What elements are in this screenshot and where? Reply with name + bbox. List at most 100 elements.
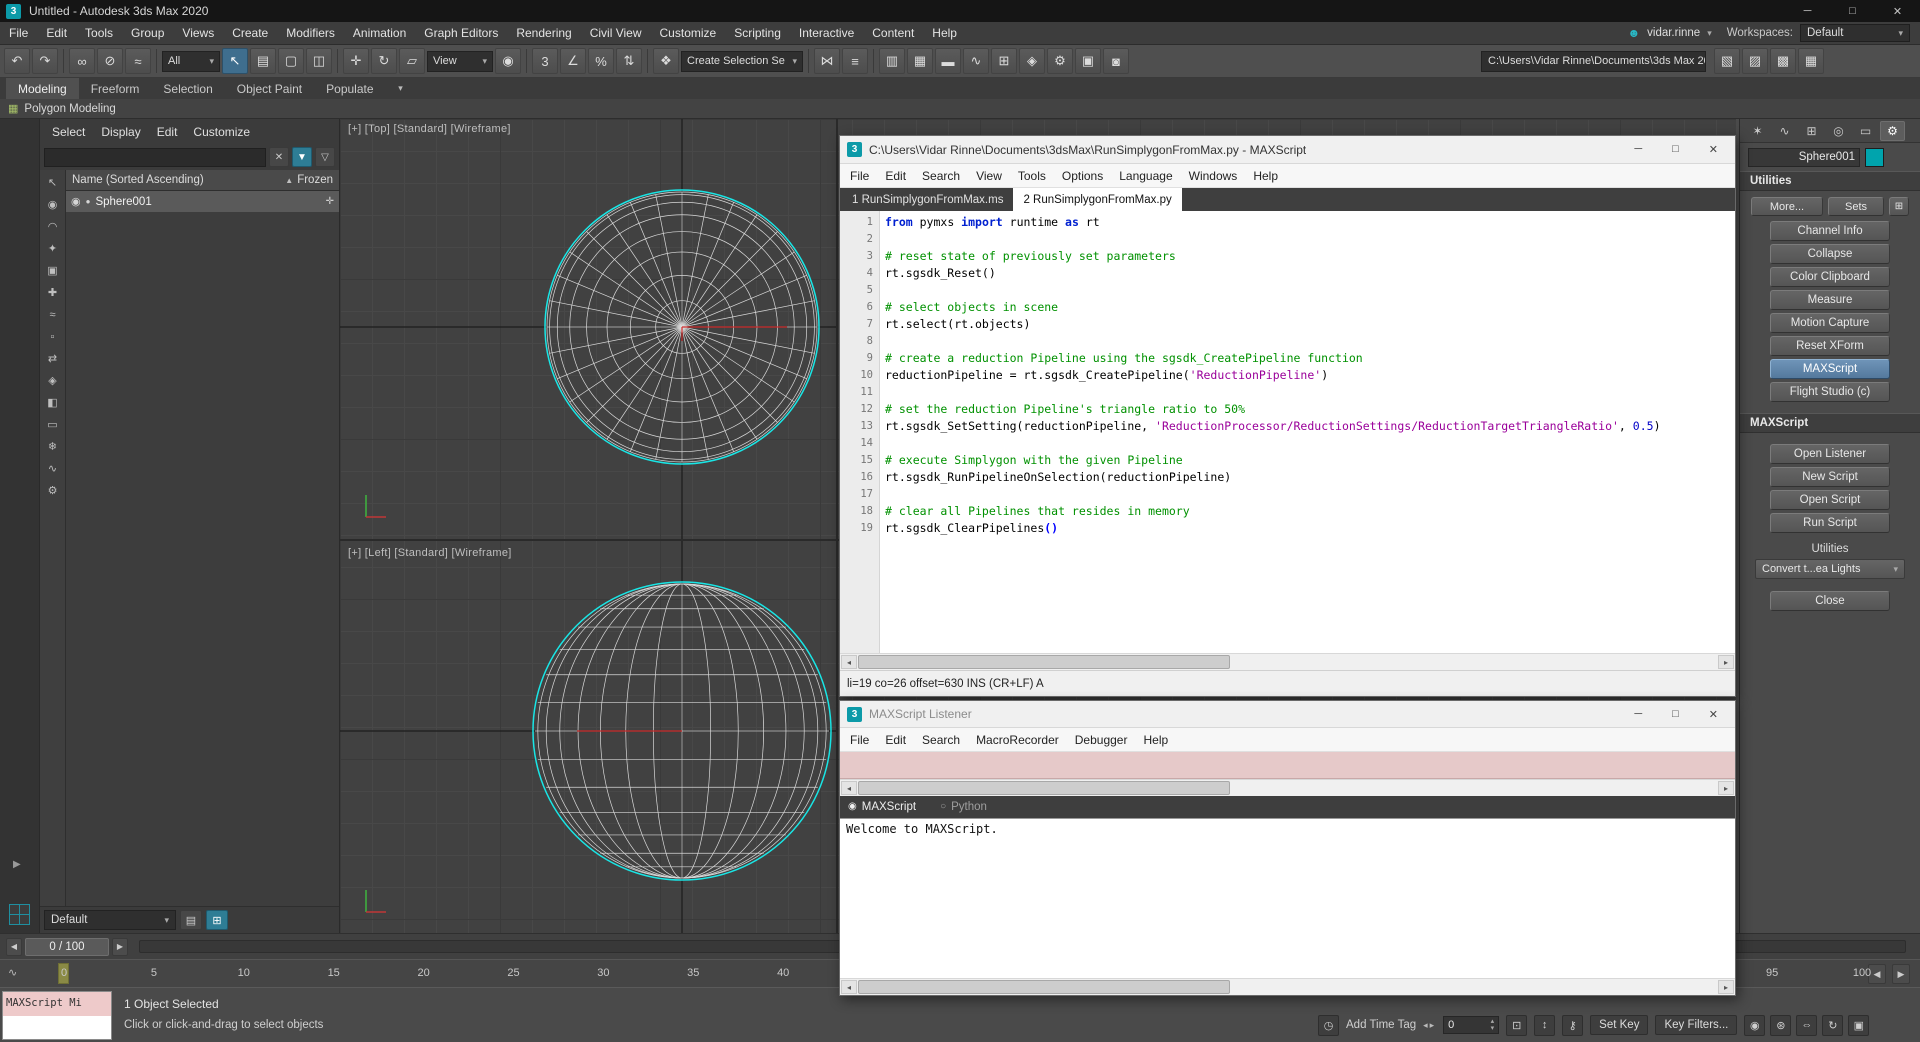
explorer-space-warps-icon[interactable]: ≈	[42, 304, 64, 325]
zoom-icon[interactable]: ◉	[1744, 1015, 1765, 1036]
explorer-select-icon[interactable]: ↖	[42, 172, 64, 193]
editor-tab-1-runsimplygonfrommax-ms[interactable]: 1 RunSimplygonFromMax.ms	[842, 188, 1013, 211]
explorer-menu-select[interactable]: Select	[44, 125, 93, 139]
material-editor-icon[interactable]: ◈	[1019, 48, 1045, 74]
listener-menu-search[interactable]: Search	[914, 733, 968, 747]
macro-recorder-scrollbar[interactable]: ◂ ▸	[840, 779, 1735, 796]
explorer-containers-icon[interactable]: ◧	[42, 392, 64, 413]
spinner-snap-toggle-icon[interactable]: ⇅	[616, 48, 642, 74]
menubar-item-animation[interactable]: Animation	[344, 22, 415, 45]
select-and-rotate-icon[interactable]: ↻	[371, 48, 397, 74]
signed-in-user[interactable]: vidar.rinne	[1647, 27, 1700, 39]
explorer-lights-icon[interactable]: ✦	[42, 238, 64, 259]
frame-number-spinner[interactable]: 0 ▴▾	[1443, 1016, 1499, 1034]
utility-button-color-clipboard[interactable]: Color Clipboard	[1770, 267, 1890, 287]
tab-display[interactable]: ▭	[1853, 121, 1878, 141]
editor-menu-file[interactable]: File	[842, 169, 877, 183]
absolute-mode-icon[interactable]: ↕	[1534, 1015, 1555, 1036]
editor-menu-options[interactable]: Options	[1054, 169, 1111, 183]
asset-library-icon[interactable]: ▧	[1714, 48, 1740, 74]
code-text[interactable]: from pymxs import runtime as rt # reset …	[880, 211, 1735, 653]
explorer-groups-icon[interactable]: ▫	[42, 326, 64, 347]
tab-utilities[interactable]: ⚙	[1880, 121, 1905, 141]
tab-hierarchy[interactable]: ⊞	[1799, 121, 1824, 141]
editor-scroll-thumb[interactable]	[858, 655, 1230, 669]
current-frame-display[interactable]: 0 / 100	[25, 938, 109, 956]
editor-menu-tools[interactable]: Tools	[1010, 169, 1054, 183]
listener-menu-debugger[interactable]: Debugger	[1067, 733, 1136, 747]
menubar-item-file[interactable]: File	[0, 22, 37, 45]
editor-menu-view[interactable]: View	[968, 169, 1010, 183]
curve-editor-icon[interactable]: ∿	[963, 48, 989, 74]
menubar-item-content[interactable]: Content	[863, 22, 923, 45]
edit-named-selection-sets-icon[interactable]: ❖	[653, 48, 679, 74]
listener-menu-edit[interactable]: Edit	[877, 733, 914, 747]
named-selection-sets-dropdown[interactable]: Create Selection Se▾	[681, 51, 803, 72]
explorer-menu-edit[interactable]: Edit	[149, 125, 186, 139]
editor-menu-edit[interactable]: Edit	[877, 169, 914, 183]
user-chevron-down-icon[interactable]: ▾	[1707, 28, 1712, 39]
selection-lock-icon[interactable]: ⊡	[1506, 1015, 1527, 1036]
listener-output[interactable]: Welcome to MAXScript.	[840, 818, 1735, 979]
utility-button-maxscript[interactable]: MAXScript	[1770, 359, 1890, 379]
ribbon-config-chevron-icon[interactable]: ▾	[386, 78, 416, 99]
rectangular-selection-region-icon[interactable]: ▢	[278, 48, 304, 74]
menubar-item-modifiers[interactable]: Modifiers	[277, 22, 344, 45]
editor-horizontal-scrollbar[interactable]: ◂ ▸	[840, 653, 1735, 670]
viewport-layout-icon[interactable]	[9, 904, 30, 925]
filter-funnel-icon[interactable]: ▼	[292, 147, 312, 167]
help-search-icon[interactable]: ▦	[1798, 48, 1824, 74]
visibility-eye-icon[interactable]: ◉	[71, 195, 81, 208]
mini-curve-editor-icon[interactable]: ∿	[8, 966, 17, 979]
tab-create[interactable]: ✶	[1745, 121, 1770, 141]
left-viewport-label[interactable]: [+] [Left] [Standard] [Wireframe]	[348, 547, 512, 559]
scroll-left-icon[interactable]: ◂	[841, 655, 857, 669]
menubar-item-rendering[interactable]: Rendering	[507, 22, 580, 45]
menubar-item-create[interactable]: Create	[223, 22, 277, 45]
menubar-item-interactive[interactable]: Interactive	[790, 22, 863, 45]
top-viewport-sphere[interactable]	[340, 119, 836, 539]
explorer-materials-icon[interactable]: ◈	[42, 370, 64, 391]
explorer-shapes-icon[interactable]: ◠	[42, 216, 64, 237]
align-icon[interactable]: ≡	[842, 48, 868, 74]
listener-output-scrollbar[interactable]: ◂ ▸	[840, 978, 1735, 995]
explorer-hidden-icon[interactable]: ▭	[42, 414, 64, 435]
python-radio[interactable]: ○ Python	[940, 801, 987, 813]
editor-close-button[interactable]: ✕	[1709, 143, 1718, 156]
menubar-item-edit[interactable]: Edit	[37, 22, 76, 45]
trackbar-scroll-right-icon[interactable]: ▶	[1892, 964, 1910, 984]
listener-menu-file[interactable]: File	[842, 733, 877, 747]
schematic-view-icon[interactable]: ⊞	[991, 48, 1017, 74]
more-utilities-button[interactable]: More...	[1751, 197, 1823, 216]
listener-menu-macrorecorder[interactable]: MacroRecorder	[968, 733, 1067, 747]
menubar-item-scripting[interactable]: Scripting	[725, 22, 790, 45]
render-production-icon[interactable]: ◙	[1103, 48, 1129, 74]
scroll-left-icon[interactable]: ◂	[841, 980, 857, 994]
top-viewport-label[interactable]: [+] [Top] [Standard] [Wireframe]	[348, 123, 511, 135]
explorer-objects-icon[interactable]: ◉	[42, 194, 64, 215]
explorer-column-headers[interactable]: Name (Sorted Ascending) ▲ Frozen	[66, 170, 339, 191]
time-tag-clock-icon[interactable]: ◷	[1318, 1015, 1339, 1036]
mirror-icon[interactable]: ⋈	[814, 48, 840, 74]
maximize-viewport-icon[interactable]: ▣	[1848, 1015, 1869, 1036]
render-setup-icon[interactable]: ⚙	[1047, 48, 1073, 74]
utility-sets-button[interactable]: Sets	[1828, 197, 1884, 216]
editor-tab-2-runsimplygonfrommax-py[interactable]: 2 RunSimplygonFromMax.py	[1013, 188, 1181, 211]
maxscript-rollout-header[interactable]: MAXScript	[1740, 413, 1920, 433]
listener-close-button[interactable]: ✕	[1709, 708, 1718, 721]
toggle-layer-explorer-icon[interactable]: ▦	[907, 48, 933, 74]
utilities-rollout-header[interactable]: Utilities	[1740, 171, 1920, 191]
menubar-item-civil-view[interactable]: Civil View	[581, 22, 651, 45]
snaps-toggle-icon[interactable]: 3	[532, 48, 558, 74]
filter-config-icon[interactable]: ▽	[315, 147, 335, 167]
menubar-item-views[interactable]: Views	[173, 22, 223, 45]
explorer-menu-customize[interactable]: Customize	[185, 125, 258, 139]
set-key-icon[interactable]: ⚷	[1562, 1015, 1583, 1036]
explorer-settings-icon[interactable]: ⚙	[42, 480, 64, 501]
selection-filter-dropdown[interactable]: All▾	[162, 51, 220, 72]
select-by-name-icon[interactable]: ▤	[250, 48, 276, 74]
toggle-ribbon-icon[interactable]: ▬	[935, 48, 961, 74]
angle-snap-toggle-icon[interactable]: ∠	[560, 48, 586, 74]
scroll-right-icon[interactable]: ▸	[1718, 781, 1734, 795]
tab-modify[interactable]: ∿	[1772, 121, 1797, 141]
